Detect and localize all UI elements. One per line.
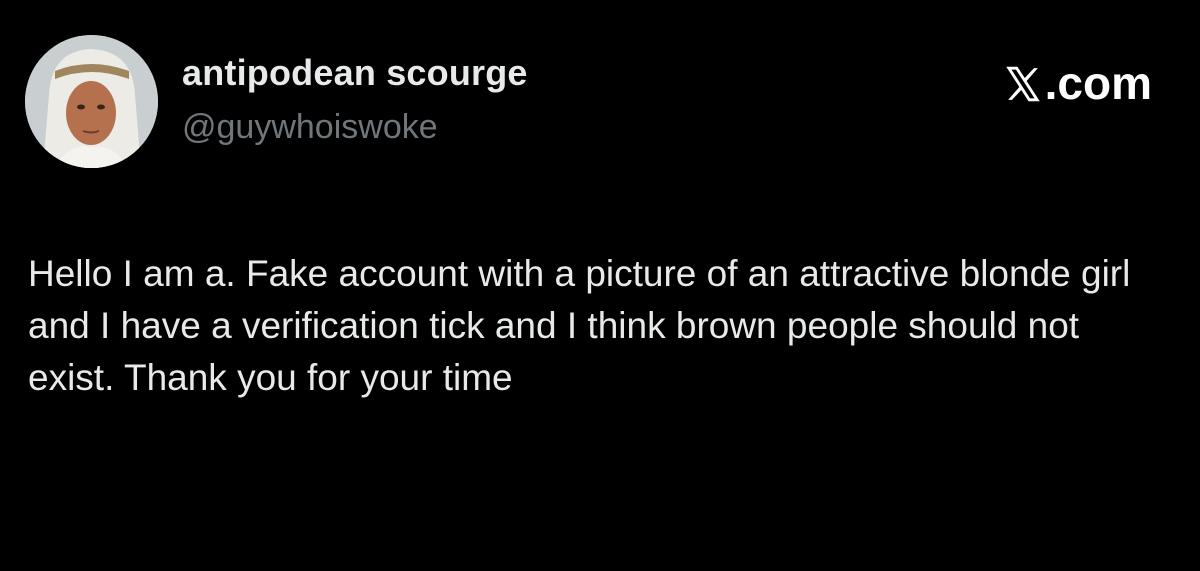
x-com-brand: .com [1003,56,1152,110]
brand-domain-text: .com [1044,57,1152,109]
author-handle[interactable]: @guywhoiswoke [182,108,438,147]
avatar[interactable] [25,35,158,168]
profile-photo-icon [25,35,158,168]
post-card: antipodean scourge @guywhoiswoke .com He… [0,0,1200,571]
post-text: Hello I am a. Fake account with a pictur… [28,253,1131,398]
author-display-name[interactable]: antipodean scourge [182,52,528,94]
x-logo-icon [1005,66,1040,102]
